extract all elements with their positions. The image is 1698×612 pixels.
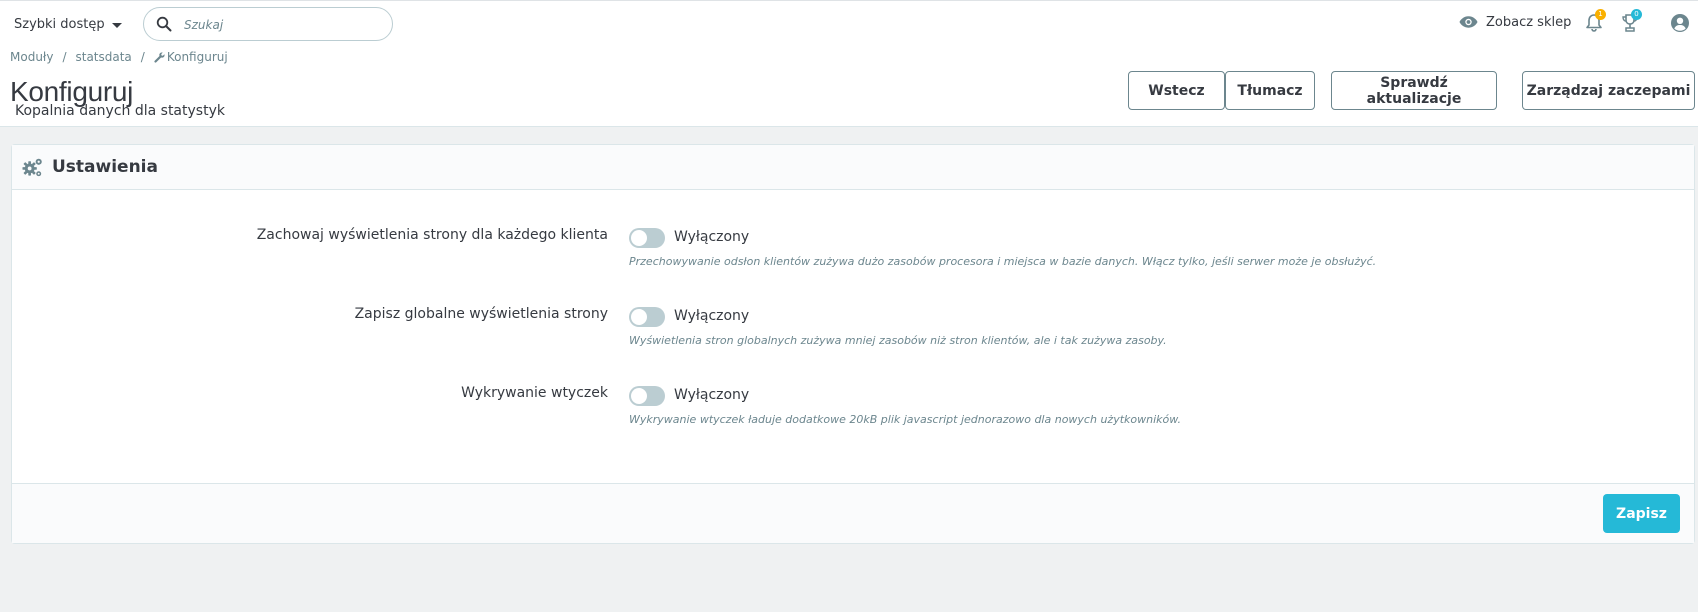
field-row-plugin-detection: Wykrywanie wtyczek Wyłączony Wykrywanie … [12,385,1694,445]
plugin-detection-switch[interactable] [629,386,665,406]
translate-button[interactable]: Tłumacz [1225,71,1315,110]
back-button[interactable]: Wstecz [1128,71,1225,110]
page-subtitle: Kopalnia danych dla statystyk [15,103,225,119]
wrench-icon [154,51,165,63]
field-help-text: Wykrywanie wtyczek ładuje dodatkowe 20kB… [629,413,1182,426]
notifications-button[interactable]: 1 [1584,9,1606,35]
field-label: Zapisz globalne wyświetlenia strony [354,306,608,322]
view-shop-label: Zobacz sklep [1486,14,1572,30]
breadcrumb-item-current: Konfiguruj [154,50,228,64]
search-input[interactable] [184,15,384,35]
field-help-text: Wyświetlenia stron globalnych zużywa mni… [629,334,1167,347]
panel-footer: Zapisz [12,483,1694,543]
customer-pageviews-switch[interactable] [629,228,665,248]
notifications-badge: 1 [1595,9,1606,20]
field-label: Wykrywanie wtyczek [461,385,608,401]
breadcrumb-item-modules[interactable]: Moduły [10,50,53,64]
manage-hooks-button[interactable]: Zarządzaj zaczepami [1522,71,1695,110]
eye-icon [1459,16,1478,28]
switch-state-label: Wyłączony [674,229,750,245]
search-box [143,7,393,41]
switch-knob [631,230,647,246]
view-shop-link[interactable]: Zobacz sklep [1459,12,1571,32]
trophy-badge: 0 [1631,9,1642,20]
switch-knob [631,309,647,325]
save-button[interactable]: Zapisz [1603,494,1680,533]
field-label: Zachowaj wyświetlenia strony dla każdego… [256,227,608,243]
account-icon[interactable] [1670,13,1690,33]
breadcrumb: Moduły / statsdata / Konfiguruj [10,49,228,65]
breadcrumb-separator: / [62,50,67,64]
quick-access-dropdown[interactable]: Szybki dostęp [14,14,122,34]
panel-heading: Ustawienia [12,145,1694,190]
caret-down-icon [111,22,122,28]
trophy-button[interactable]: 0 [1620,9,1642,35]
top-header: Szybki dostęp Zobacz sklep 1 0 [0,0,1698,127]
breadcrumb-item-statsdata[interactable]: statsdata [75,50,131,64]
check-updates-button[interactable]: Sprawdź aktualizacje [1331,71,1497,110]
breadcrumb-current-label: Konfiguruj [166,50,228,64]
field-row-global-pageviews: Zapisz globalne wyświetlenia strony Wyłą… [12,306,1694,366]
search-icon[interactable] [156,16,172,32]
switch-state-label: Wyłączony [674,387,750,403]
quick-access-label: Szybki dostęp [14,16,105,32]
field-help-text: Przechowywanie odsłon klientów zużywa du… [629,255,1377,268]
breadcrumb-separator: / [140,50,145,64]
global-pageviews-switch[interactable] [629,307,665,327]
switch-state-label: Wyłączony [674,308,750,324]
switch-knob [631,388,647,404]
panel-heading-title: Ustawienia [52,157,158,177]
settings-panel: Ustawienia Zachowaj wyświetlenia strony … [11,144,1695,544]
cogs-icon [22,158,42,176]
field-row-customer-pageviews: Zachowaj wyświetlenia strony dla każdego… [12,227,1694,287]
